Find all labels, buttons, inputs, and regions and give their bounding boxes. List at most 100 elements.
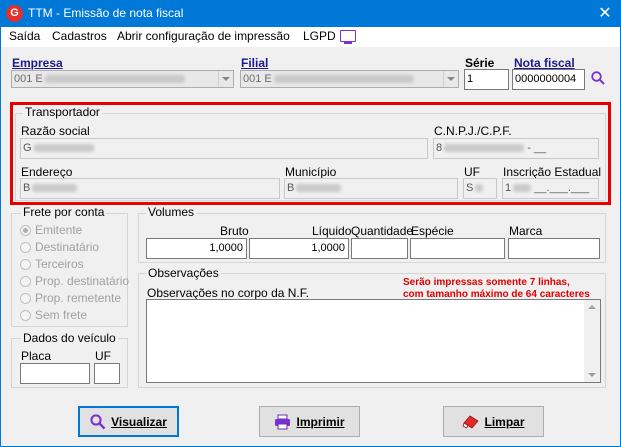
frete-option-emitente[interactable]: Emitente (20, 223, 82, 237)
nota-fiscal-label: Nota fiscal (514, 56, 575, 70)
municipio-label: Município (285, 165, 337, 179)
eraser-icon (463, 414, 480, 429)
serie-input[interactable]: 1 (464, 69, 509, 90)
observacoes-note: Serão impressas somente 7 linhas, com ta… (403, 277, 590, 301)
inscricao-estadual-label: Inscrição Estadual (503, 165, 602, 179)
razao-social-value: G (23, 142, 32, 154)
veiculo-uf-input[interactable] (94, 363, 120, 384)
filial-label: Filial (241, 56, 269, 70)
veiculo-title: Dados do veículo (21, 331, 118, 345)
main-window: G TTM - Emissão de nota fiscal ✕ Saída C… (0, 0, 621, 447)
radio-icon (20, 276, 31, 287)
chevron-down-icon[interactable] (218, 71, 233, 87)
menu-lgpd[interactable]: LGPD (303, 29, 336, 43)
radio-icon (20, 310, 31, 321)
redacted-text (475, 184, 484, 193)
cnpj-value: 8 (436, 142, 443, 154)
endereco-label: Endereço (21, 165, 73, 179)
empresa-label: Empresa (12, 56, 63, 70)
frete-option-prop-destinatario[interactable]: Prop. destinatário (20, 274, 129, 288)
visualizar-label: Visualizar (111, 414, 167, 429)
razao-social-field[interactable]: G (20, 138, 428, 159)
frete-option-label: Terceiros (35, 257, 84, 271)
close-button[interactable]: ✕ (590, 1, 620, 27)
magnifier-icon (90, 413, 106, 429)
redacted-text (33, 144, 94, 153)
monitor-icon[interactable] (340, 30, 356, 44)
redacted-text (296, 184, 342, 193)
ie-mask: __.___.___ (534, 182, 590, 194)
endereco-value: B (23, 182, 31, 194)
quantidade-label: Quantidade (351, 224, 414, 238)
endereco-field[interactable]: B (20, 178, 280, 199)
veiculo-uf-label: UF (95, 349, 111, 363)
frete-option-terceiros[interactable]: Terceiros (20, 257, 84, 271)
especie-input[interactable] (410, 238, 505, 259)
uf-label: UF (464, 165, 480, 179)
marca-label: Marca (509, 224, 543, 238)
inscricao-estadual-field[interactable]: 1 __.___.___ (502, 178, 599, 199)
frete-option-destinatario[interactable]: Destinatário (20, 240, 99, 254)
chevron-down-icon[interactable] (443, 71, 458, 87)
note-line-1: Serão impressas somente 7 linhas, (403, 277, 570, 288)
redacted-text (44, 75, 185, 84)
frete-option-label: Emitente (35, 223, 83, 237)
empresa-select[interactable]: 001 E (11, 70, 234, 88)
cnpj-field[interactable]: 8 - __ (433, 138, 599, 159)
filial-select[interactable]: 001 E (240, 70, 459, 88)
observacoes-label: Observações no corpo da N.F. (147, 286, 310, 300)
redacted-text (273, 75, 414, 84)
radio-icon (20, 293, 31, 304)
municipio-field[interactable]: B (284, 178, 458, 199)
printer-icon (275, 414, 291, 429)
menu-saida[interactable]: Saída (9, 29, 40, 43)
radio-icon (20, 242, 31, 253)
scrollbar[interactable] (584, 300, 600, 382)
imprimir-label: Imprimir (296, 414, 345, 429)
placa-label: Placa (21, 349, 52, 363)
uf-field[interactable]: S (463, 178, 497, 199)
frete-option-sem-frete[interactable]: Sem frete (20, 308, 87, 322)
cnpj-mask: - __ (527, 142, 547, 154)
menu-abrir-configuracao[interactable]: Abrir configuração de impressão (117, 29, 290, 43)
placa-input[interactable] (20, 363, 90, 384)
window-title: TTM - Emissão de nota fiscal (28, 6, 184, 20)
scroll-up-icon[interactable] (588, 305, 596, 309)
frete-option-prop-remetente[interactable]: Prop. remetente (20, 291, 121, 305)
cnpj-label: C.N.P.J./C.P.F. (434, 124, 512, 138)
quantidade-input[interactable] (351, 238, 408, 259)
radio-icon (20, 225, 31, 236)
filial-value: 001 E (243, 73, 272, 85)
inscricao-estadual-value: 1 (505, 182, 512, 194)
marca-input[interactable] (508, 238, 600, 259)
limpar-button[interactable]: Limpar (443, 406, 544, 437)
frete-option-label: Prop. destinatário (35, 274, 130, 288)
razao-social-label: Razão social (21, 124, 90, 138)
imprimir-button[interactable]: Imprimir (259, 406, 360, 437)
redacted-text (513, 184, 532, 193)
scroll-down-icon[interactable] (588, 373, 596, 377)
limpar-label: Limpar (484, 414, 525, 429)
especie-label: Espécie (411, 224, 454, 238)
uf-value: S (466, 182, 474, 194)
serie-label: Série (465, 56, 495, 70)
app-logo-icon: G (6, 5, 23, 22)
observacoes-textarea[interactable] (146, 299, 601, 383)
transportador-title: Transportador (23, 105, 102, 119)
menu-bar: Saída Cadastros Abrir configuração de im… (1, 27, 620, 47)
volumes-title: Volumes (146, 205, 197, 219)
visualizar-button[interactable]: Visualizar (78, 406, 179, 437)
nota-fiscal-input[interactable]: 0000000004 (512, 69, 585, 90)
observacoes-title: Observações (146, 266, 221, 280)
search-icon[interactable] (591, 71, 605, 85)
frete-option-label: Prop. remetente (35, 291, 122, 305)
frete-option-label: Destinatário (35, 240, 100, 254)
menu-cadastros[interactable]: Cadastros (52, 29, 107, 43)
liquido-input[interactable]: 1,0000 (249, 238, 349, 259)
empresa-value: 001 E (14, 73, 43, 85)
bruto-label: Bruto (220, 224, 249, 238)
frete-title: Frete por conta (21, 205, 107, 219)
bruto-input[interactable]: 1,0000 (146, 238, 247, 259)
title-bar: G TTM - Emissão de nota fiscal ✕ (1, 1, 620, 27)
liquido-label: Líquido (312, 224, 352, 238)
